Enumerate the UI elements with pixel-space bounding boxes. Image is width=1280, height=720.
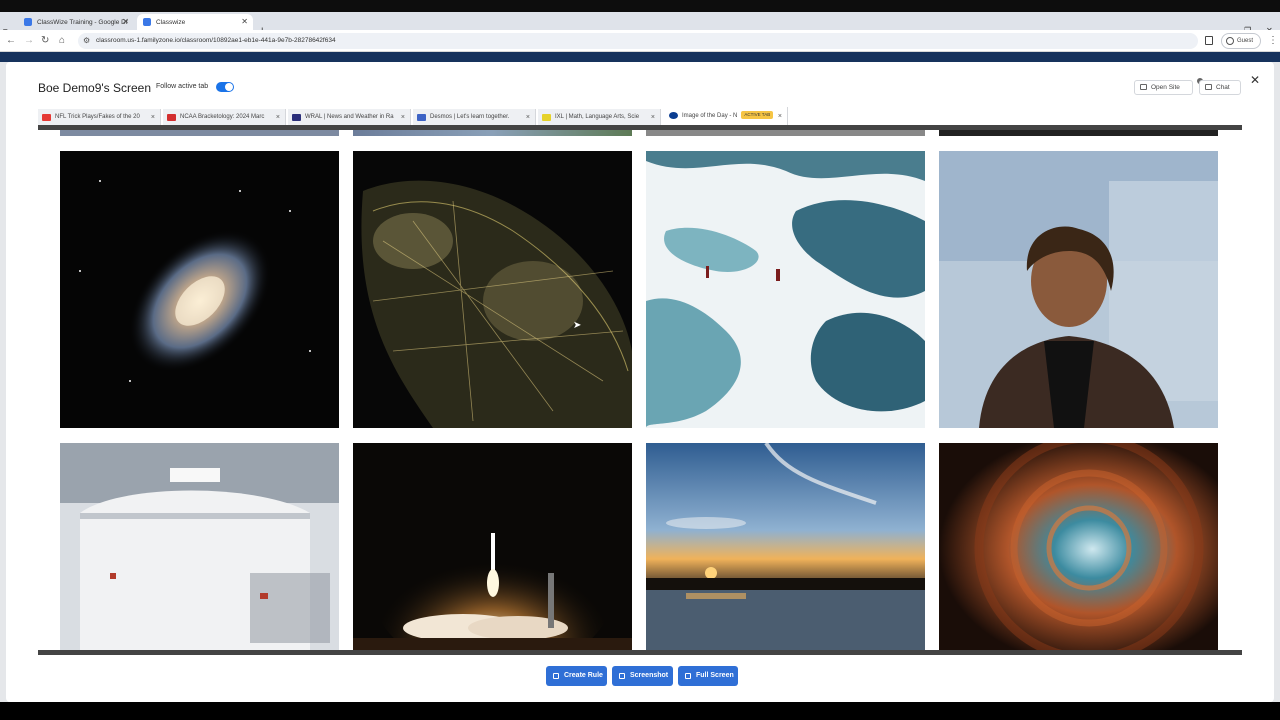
sunset-over-water-image[interactable] <box>646 443 925 650</box>
bottom-bar <box>0 702 1280 720</box>
top-bar <box>0 0 1280 12</box>
screenshot-button[interactable]: Screenshot <box>612 666 673 686</box>
close-tab-icon[interactable]: × <box>651 109 655 126</box>
city-lights-graphic <box>353 151 632 428</box>
close-tab-icon[interactable]: ✕ <box>122 17 129 26</box>
desmos-icon <box>417 114 426 121</box>
student-tab-ixl[interactable]: IXL | Math, Language Arts, Scie × <box>538 109 661 126</box>
student-tab-wral[interactable]: WRAL | News and Weather in Ra × <box>288 109 411 126</box>
profile-icon <box>1226 37 1234 45</box>
student-tab-nfl[interactable]: NFL Trick Plays/Fakes of the 20 × <box>38 109 161 126</box>
active-tab-badge: ACTIVE TAB <box>741 111 774 120</box>
browser-menu-icon[interactable]: ⋮ <box>1268 35 1278 46</box>
rocket-launch-night-image[interactable] <box>353 443 632 650</box>
woman-portrait-image[interactable] <box>939 151 1218 428</box>
profile-button[interactable]: Guest <box>1221 33 1261 49</box>
site-info-icon[interactable]: ⚙ <box>83 33 90 49</box>
open-site-label: Open Site <box>1151 84 1180 91</box>
chat-label: Chat <box>1216 84 1230 91</box>
address-bar[interactable]: ⚙ classroom.us-1.familyzone.io/classroom… <box>78 33 1198 49</box>
classwize-icon <box>143 18 151 26</box>
student-tab-title: WRAL | News and Weather in Ra <box>305 114 394 120</box>
follow-active-tab-toggle[interactable] <box>216 82 234 92</box>
student-tab-title: NCAA Bracketology: 2024 Marc <box>180 114 265 120</box>
open-site-icon <box>1140 84 1147 90</box>
close-tab-icon[interactable]: × <box>276 109 280 126</box>
espn-icon <box>167 114 176 121</box>
full-screen-label: Full Screen <box>696 672 734 679</box>
google-docs-icon <box>24 18 32 26</box>
browser-toolbar: ← → ↻ ⌂ ⚙ classroom.us-1.familyzone.io/c… <box>0 30 1280 52</box>
student-tab-title: NFL Trick Plays/Fakes of the 20 <box>55 114 140 120</box>
student-tab-title: IXL | Math, Language Arts, Scie <box>555 114 640 120</box>
partial-image-strip <box>939 130 1218 136</box>
screen-frame: ▾ ClassWize Training - Google Dr ✕ Class… <box>0 0 1280 720</box>
wral-icon <box>292 114 301 121</box>
partial-image-strip <box>60 130 339 136</box>
close-tab-icon[interactable]: ✕ <box>241 17 248 26</box>
url-text: classroom.us-1.familyzone.io/classroom/1… <box>96 37 336 44</box>
spacecraft-assembly-image[interactable] <box>60 443 339 650</box>
mouse-cursor-icon: ➤ <box>573 320 582 331</box>
browser-tab-title: Classwize <box>156 18 186 26</box>
rocket-launch-graphic <box>353 443 632 650</box>
browser-tab-classwize-training[interactable]: ClassWize Training - Google Dr ✕ <box>18 14 134 30</box>
partial-image-strip <box>353 130 632 136</box>
portrait-graphic <box>939 151 1218 428</box>
browser-tab-title: ClassWize Training - Google Dr <box>37 18 129 26</box>
browser-tab-strip: ▾ ClassWize Training - Google Dr ✕ Class… <box>0 12 1280 37</box>
chat-button[interactable]: Chat <box>1199 80 1241 95</box>
youtube-icon <box>42 114 51 121</box>
partial-image-strip <box>646 130 925 136</box>
open-site-button[interactable]: Open Site <box>1134 80 1193 95</box>
close-modal-icon[interactable]: ✕ <box>1250 73 1260 87</box>
follow-active-tab-label: Follow active tab <box>156 83 209 90</box>
create-rule-label: Create Rule <box>564 672 603 679</box>
close-tab-icon[interactable]: × <box>151 109 155 126</box>
student-tab-bar: NFL Trick Plays/Fakes of the 20 × NCAA B… <box>38 107 1242 126</box>
app-header-strip <box>0 52 1280 62</box>
reload-icon[interactable]: ↻ <box>41 35 49 46</box>
screenshot-label: Screenshot <box>630 672 669 679</box>
expand-icon <box>685 673 691 679</box>
side-panel-icon[interactable] <box>1205 36 1213 45</box>
spiral-galaxy-infrared-image[interactable] <box>939 443 1218 650</box>
sunset-graphic <box>646 443 925 650</box>
camera-icon <box>619 673 625 679</box>
melt-ponds-graphic <box>646 151 925 428</box>
galaxy-graphic <box>60 151 339 428</box>
nasa-icon <box>669 112 678 119</box>
student-tab-title: Image of the Day - N <box>682 113 738 119</box>
browser-tab-classwize[interactable]: Classwize ✕ <box>137 14 253 30</box>
back-icon[interactable]: ← <box>6 35 16 46</box>
close-tab-icon[interactable]: × <box>526 109 530 126</box>
spacecraft-graphic <box>60 443 339 650</box>
create-rule-button[interactable]: Create Rule <box>546 666 607 686</box>
student-tab-desmos[interactable]: Desmos | Let's learn together. × <box>413 109 536 126</box>
screen-stream <box>38 125 1242 655</box>
city-lights-from-space-image[interactable] <box>353 151 632 428</box>
pencil-icon <box>553 673 559 679</box>
arctic-melt-ponds-image[interactable] <box>646 151 925 428</box>
profile-label: Guest <box>1237 38 1254 44</box>
ixl-icon <box>542 114 551 121</box>
forward-icon[interactable]: → <box>24 35 34 46</box>
close-tab-icon[interactable]: × <box>778 107 782 126</box>
modal-title: Boe Demo9's Screen <box>38 81 152 95</box>
spiral-galaxy-image[interactable] <box>60 151 339 428</box>
close-tab-icon[interactable]: × <box>401 109 405 126</box>
full-screen-button[interactable]: Full Screen <box>678 666 738 686</box>
student-tab-image-of-the-day[interactable]: Image of the Day - N ACTIVE TAB × <box>665 107 788 126</box>
student-tab-ncaa[interactable]: NCAA Bracketology: 2024 Marc × <box>163 109 286 126</box>
home-icon[interactable]: ⌂ <box>59 35 65 46</box>
student-tab-title: Desmos | Let's learn together. <box>430 114 510 120</box>
chat-icon <box>1205 84 1212 90</box>
infrared-galaxy-graphic <box>939 443 1218 650</box>
